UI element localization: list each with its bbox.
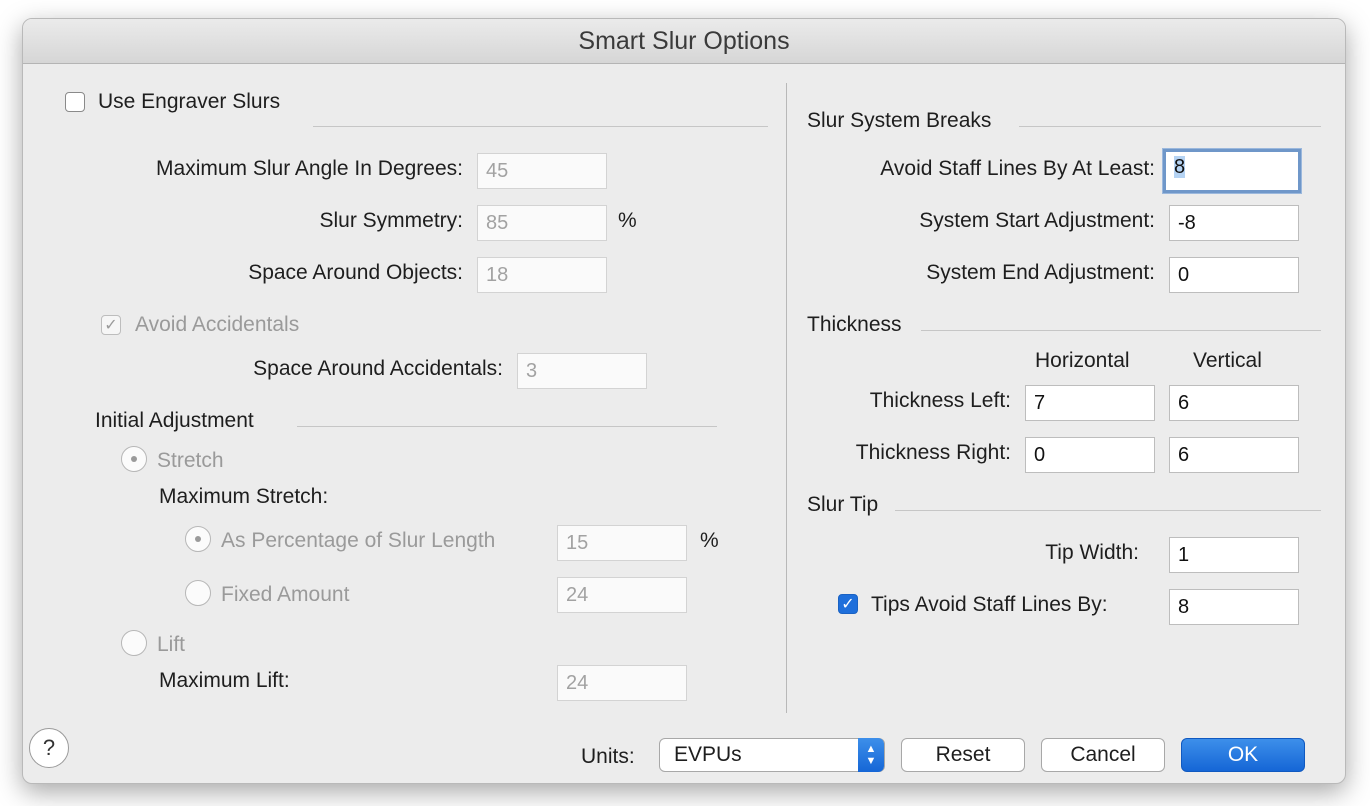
- slur-symmetry-label: Slur Symmetry:: [319, 209, 463, 232]
- initial-adjustment-heading: Initial Adjustment: [95, 409, 254, 432]
- tips-avoid-staff-lines-label[interactable]: Tips Avoid Staff Lines By:: [871, 593, 1108, 617]
- percentage-field[interactable]: 15: [557, 525, 687, 561]
- initial-adjustment-separator: [297, 426, 717, 427]
- fixed-amount-field[interactable]: 24: [557, 577, 687, 613]
- lift-label[interactable]: Lift: [157, 633, 185, 657]
- max-lift-field[interactable]: 24: [557, 665, 687, 701]
- thickness-heading: Thickness: [807, 313, 902, 336]
- question-icon[interactable]: ?: [29, 728, 69, 768]
- slur-tip-heading: Slur Tip: [807, 493, 879, 516]
- max-angle-field[interactable]: 45: [477, 153, 607, 189]
- stretch-label[interactable]: Stretch: [157, 449, 224, 473]
- dialog-content: Use Engraver Slurs Maximum Slur Angle In…: [23, 63, 1345, 783]
- use-engraver-slurs-checkbox[interactable]: [65, 92, 85, 112]
- avoid-staff-lines-value: 8: [1174, 156, 1186, 178]
- units-select-value: EVPUs: [674, 743, 742, 766]
- avoid-accidentals-checkbox[interactable]: ✓: [101, 315, 121, 335]
- stretch-radio[interactable]: [121, 446, 147, 472]
- max-angle-label: Maximum Slur Angle In Degrees:: [156, 157, 463, 180]
- horizontal-column-label: Horizontal: [1035, 349, 1130, 372]
- space-accidentals-field[interactable]: 3: [517, 353, 647, 389]
- thickness-right-vertical-field[interactable]: 6: [1169, 437, 1299, 473]
- symmetry-unit: %: [618, 209, 637, 232]
- checkmark-icon: ✓: [104, 317, 118, 334]
- tips-avoid-staff-lines-checkbox[interactable]: ✓: [838, 594, 858, 614]
- max-stretch-label: Maximum Stretch:: [159, 485, 329, 508]
- slur-symmetry-field[interactable]: 85: [477, 205, 607, 241]
- cancel-button[interactable]: Cancel: [1041, 738, 1165, 772]
- system-breaks-heading: Slur System Breaks: [807, 109, 992, 132]
- up-down-chevron-icon: ▲ ▼: [858, 738, 884, 772]
- units-label: Units:: [581, 745, 635, 768]
- space-objects-label: Space Around Objects:: [248, 261, 463, 284]
- vertical-column-label: Vertical: [1193, 349, 1262, 372]
- thickness-left-horizontal-field[interactable]: 7: [1025, 385, 1155, 421]
- space-objects-field[interactable]: 18: [477, 257, 607, 293]
- max-lift-label: Maximum Lift:: [159, 669, 290, 692]
- thickness-right-horizontal-field[interactable]: 0: [1025, 437, 1155, 473]
- percentage-unit: %: [700, 529, 719, 552]
- avoid-accidentals-label[interactable]: Avoid Accidentals: [135, 313, 299, 337]
- thickness-right-label: Thickness Right:: [855, 441, 1011, 464]
- system-end-label: System End Adjustment:: [926, 261, 1155, 284]
- tips-avoid-staff-lines-field[interactable]: 8: [1169, 589, 1299, 625]
- checkmark-icon: ✓: [841, 596, 855, 613]
- fixed-amount-label[interactable]: Fixed Amount: [221, 583, 349, 607]
- system-start-field[interactable]: -8: [1169, 205, 1299, 241]
- dialog-title: Smart Slur Options: [23, 19, 1345, 64]
- ok-button[interactable]: OK: [1181, 738, 1305, 772]
- panel-divider: [786, 83, 787, 713]
- thickness-left-label: Thickness Left:: [869, 389, 1011, 412]
- tip-width-field[interactable]: 1: [1169, 537, 1299, 573]
- engraver-separator: [313, 126, 768, 127]
- percentage-radio[interactable]: [185, 526, 211, 552]
- system-start-label: System Start Adjustment:: [919, 209, 1155, 232]
- fixed-amount-radio[interactable]: [185, 580, 211, 606]
- tip-width-label: Tip Width:: [1045, 541, 1139, 564]
- percentage-label[interactable]: As Percentage of Slur Length: [221, 529, 495, 553]
- reset-button[interactable]: Reset: [901, 738, 1025, 772]
- system-breaks-separator: [1019, 126, 1321, 127]
- thickness-left-vertical-field[interactable]: 6: [1169, 385, 1299, 421]
- avoid-staff-lines-label: Avoid Staff Lines By At Least:: [880, 157, 1155, 180]
- units-select[interactable]: EVPUs ▲ ▼: [659, 738, 885, 772]
- use-engraver-slurs-label[interactable]: Use Engraver Slurs: [98, 90, 280, 114]
- thickness-separator: [921, 330, 1321, 331]
- lift-radio[interactable]: [121, 630, 147, 656]
- system-end-field[interactable]: 0: [1169, 257, 1299, 293]
- dialog-window: Smart Slur Options Use Engraver Slurs Ma…: [22, 18, 1346, 784]
- slur-tip-separator: [895, 510, 1321, 511]
- avoid-staff-lines-field[interactable]: 8: [1163, 149, 1301, 193]
- space-accidentals-label: Space Around Accidentals:: [253, 357, 503, 380]
